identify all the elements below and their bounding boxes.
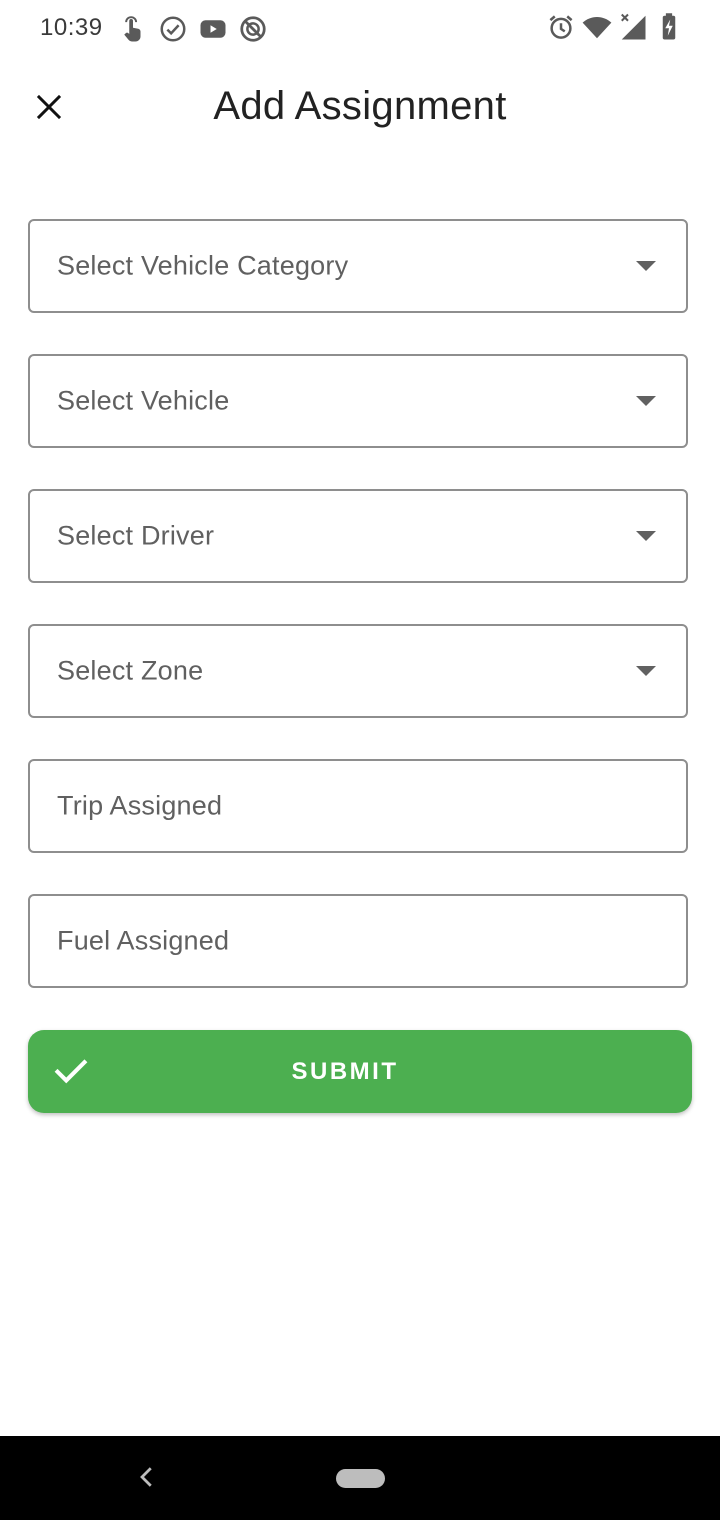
youtube-icon (200, 20, 226, 38)
status-notification-icons (118, 14, 268, 44)
navigation-bar (0, 1436, 720, 1520)
trip-assigned-input[interactable]: Trip Assigned (28, 759, 688, 853)
wifi-icon (582, 17, 612, 39)
home-pill-icon[interactable] (336, 1469, 385, 1488)
alarm-icon (549, 15, 573, 39)
vehicle-category-placeholder: Select Vehicle Category (57, 250, 349, 281)
fuel-assigned-input[interactable]: Fuel Assigned (28, 894, 688, 988)
submit-button[interactable]: SUBMIT (28, 1030, 692, 1113)
app-bar: Add Assignment (0, 60, 720, 156)
touch-icon (124, 16, 141, 42)
vehicle-dropdown[interactable]: Select Vehicle (28, 354, 688, 448)
screen: 10:39 Add Assignment Select Vehicle Cate… (0, 0, 720, 1520)
dropdown-arrow-icon[interactable] (636, 261, 656, 271)
dropdown-arrow-icon[interactable] (636, 666, 656, 676)
battery-charging-icon (662, 13, 676, 40)
status-bar: 10:39 (0, 0, 720, 56)
driver-dropdown[interactable]: Select Driver (28, 489, 688, 583)
fuel-assigned-placeholder: Fuel Assigned (57, 925, 230, 956)
dropdown-arrow-icon[interactable] (636, 531, 656, 541)
signal-icon (621, 13, 646, 40)
driver-placeholder: Select Driver (57, 520, 215, 551)
status-system-icons (546, 12, 684, 42)
zone-dropdown[interactable]: Select Zone (28, 624, 688, 718)
vehicle-placeholder: Select Vehicle (57, 385, 230, 416)
trip-assigned-placeholder: Trip Assigned (57, 790, 223, 821)
vehicle-category-dropdown[interactable]: Select Vehicle Category (28, 219, 688, 313)
dropdown-arrow-icon[interactable] (636, 396, 656, 406)
back-chevron-icon[interactable] (132, 1462, 162, 1492)
status-time: 10:39 (40, 14, 103, 41)
check-circle-icon (160, 16, 186, 42)
page-title: Add Assignment (213, 84, 507, 128)
zone-placeholder: Select Zone (57, 655, 204, 686)
do-not-disturb-icon (240, 16, 266, 42)
submit-label: SUBMIT (291, 1057, 399, 1085)
